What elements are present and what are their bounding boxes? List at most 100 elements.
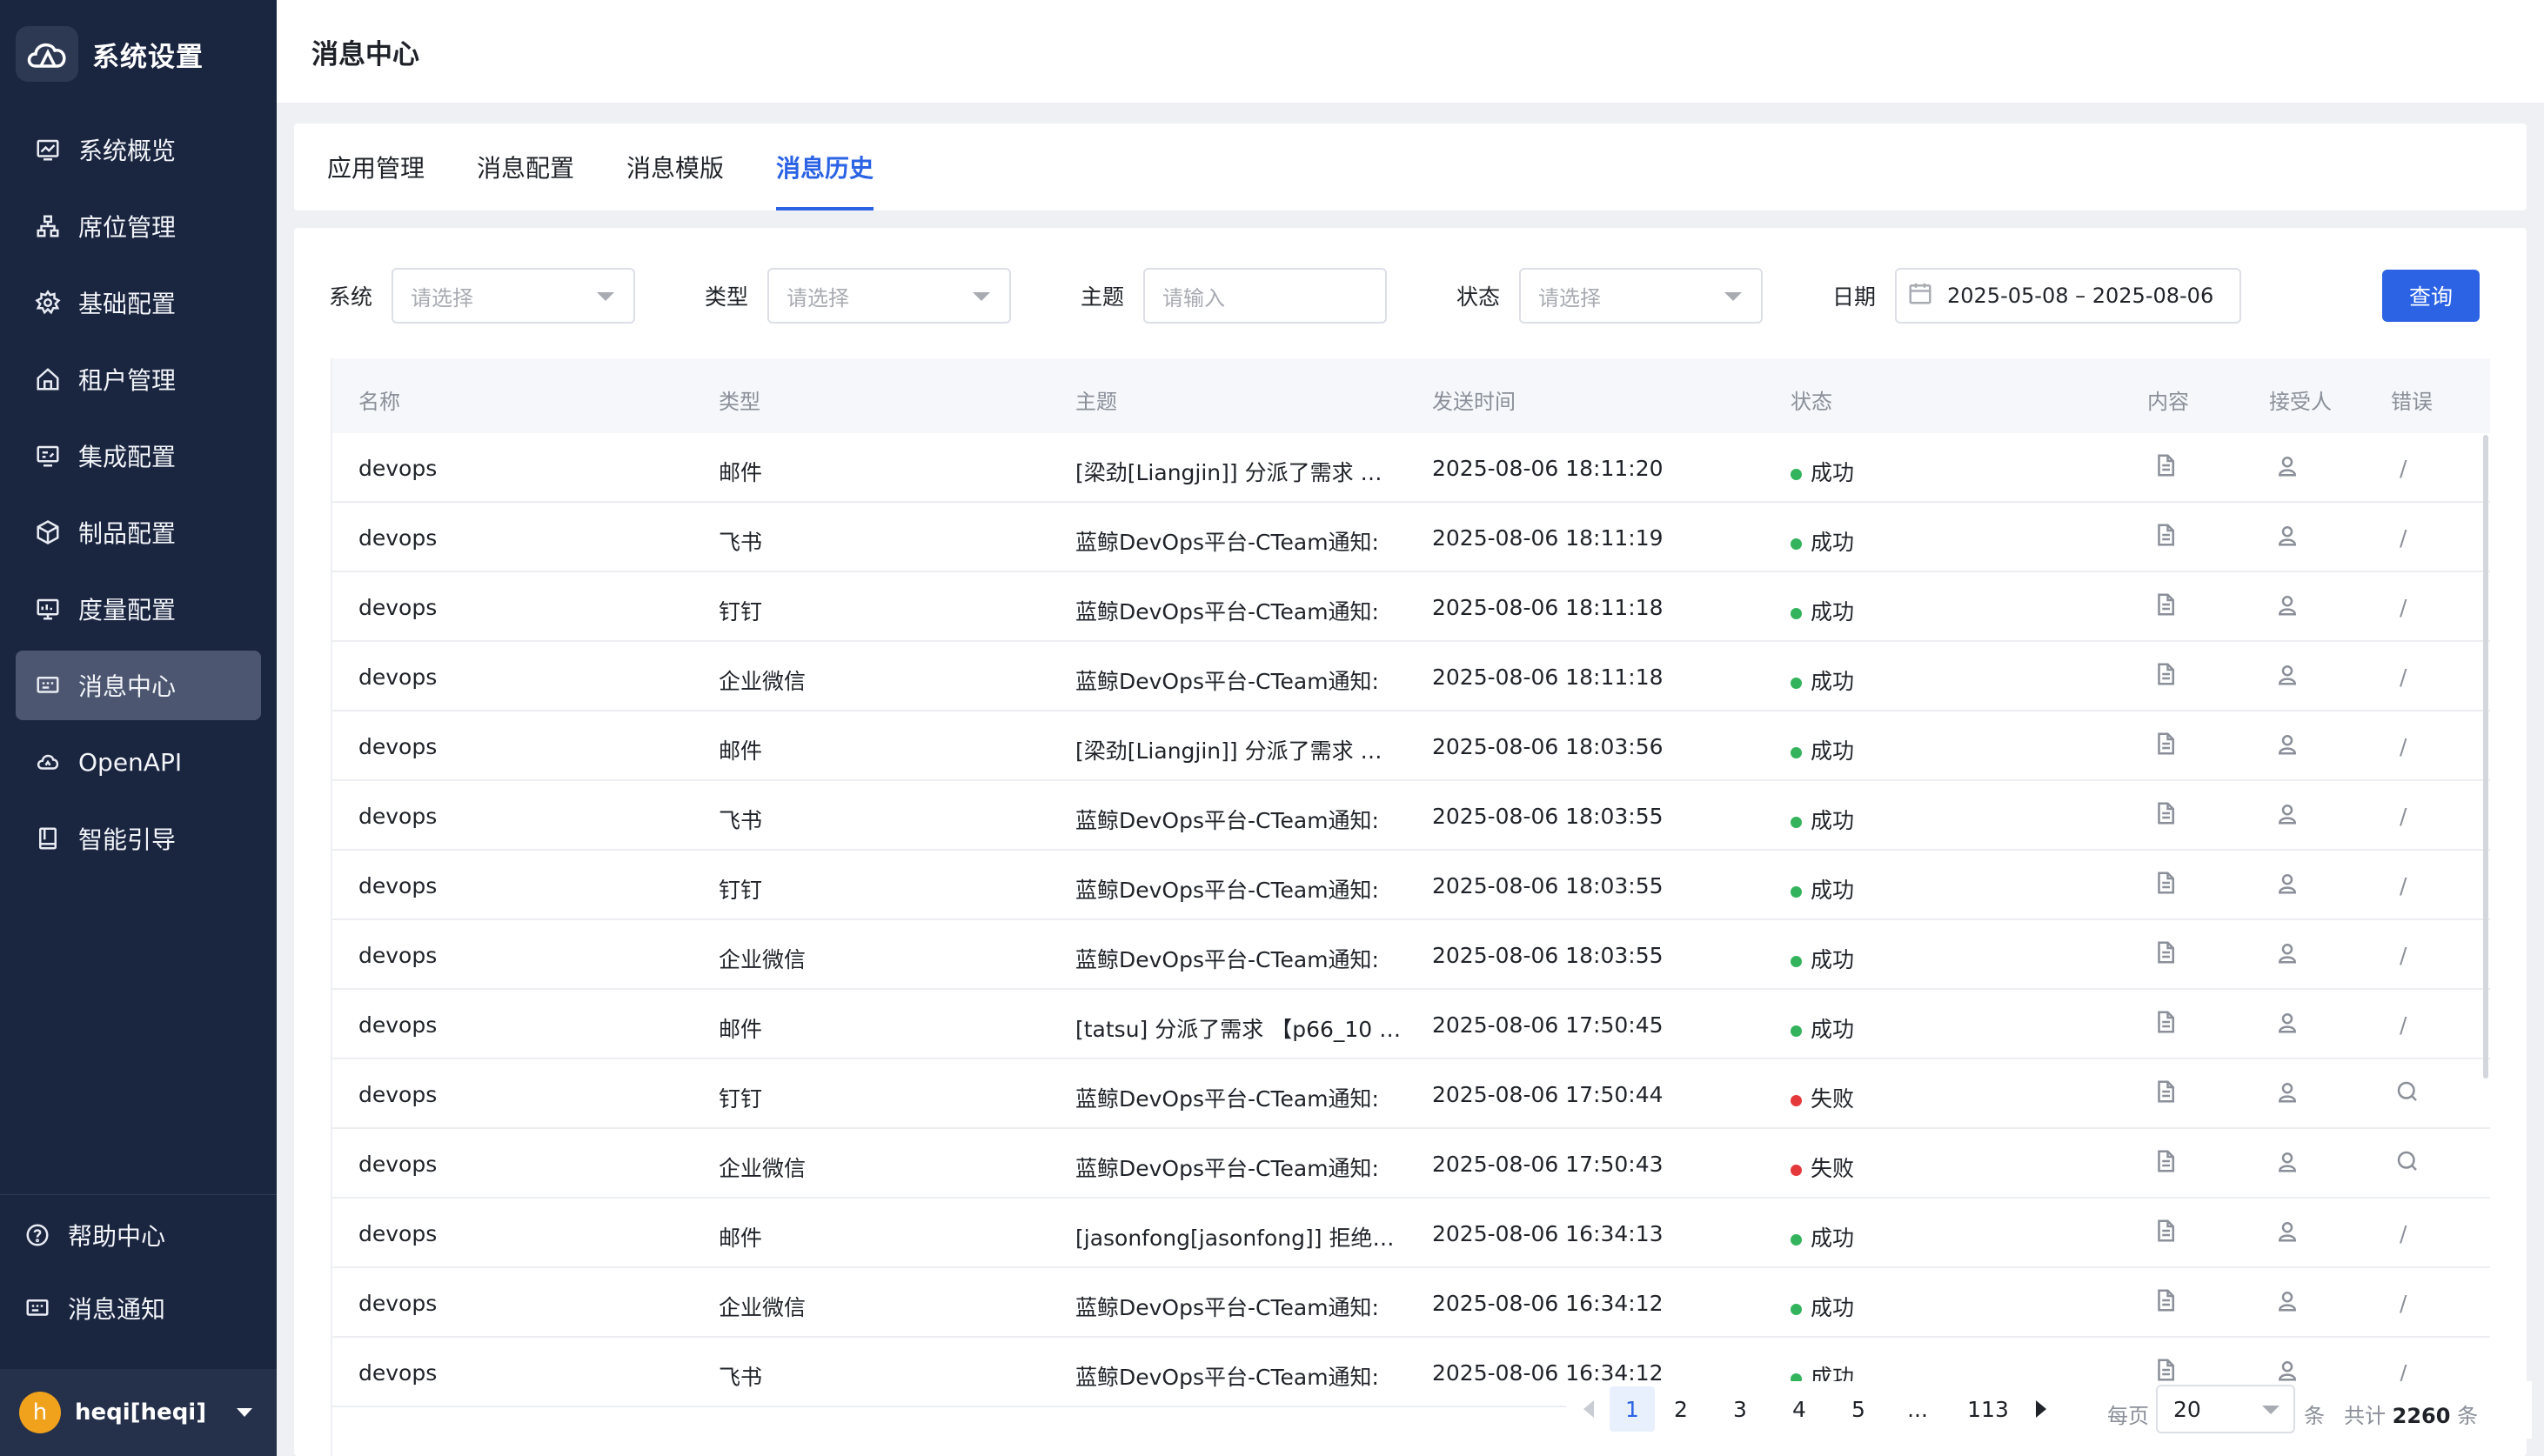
tab-message-config[interactable]: 消息配置 bbox=[477, 124, 574, 210]
prev-page-button[interactable] bbox=[1566, 1386, 1611, 1432]
document-icon[interactable] bbox=[2152, 661, 2179, 692]
status-dot-icon bbox=[1791, 746, 1802, 758]
date-range-picker[interactable]: 2025-05-08 – 2025-08-06 bbox=[1895, 268, 2241, 324]
sidebar-item-message-center[interactable]: 消息中心 bbox=[16, 651, 261, 720]
sidebar-item-overview[interactable]: 系统概览 bbox=[16, 115, 261, 184]
document-icon[interactable] bbox=[2152, 1148, 2179, 1179]
user-icon[interactable] bbox=[2274, 591, 2300, 623]
cell-topic: [tatsu] 分派了需求 【p66_10 … bbox=[1075, 1017, 1402, 1042]
sidebar-item-notifications[interactable]: 消息通知 bbox=[5, 1275, 271, 1341]
cell-type: 企业微信 bbox=[719, 1295, 807, 1320]
notification-icon bbox=[23, 1293, 52, 1323]
system-select[interactable]: 请选择 bbox=[392, 268, 635, 324]
cell-error: / bbox=[2400, 804, 2407, 829]
user-icon[interactable] bbox=[2274, 939, 2300, 971]
sidebar-item-label: 席位管理 bbox=[78, 213, 177, 242]
user-icon[interactable] bbox=[2274, 800, 2300, 832]
table-row: devops 钉钉 蓝鲸DevOps平台-CTeam通知: 2025-08-06 18… bbox=[332, 572, 2490, 642]
page-size-select[interactable]: 20 bbox=[2156, 1385, 2295, 1433]
status-text: 成功 bbox=[1811, 1295, 1855, 1320]
page-3-button[interactable]: 3 bbox=[1717, 1386, 1763, 1432]
sidebar-item-basic-config[interactable]: 基础配置 bbox=[16, 268, 261, 337]
document-icon[interactable] bbox=[2152, 1287, 2179, 1319]
sidebar-item-smart-guide[interactable]: 智能引导 bbox=[16, 804, 261, 873]
user-icon[interactable] bbox=[2274, 1079, 2300, 1110]
status-dot-icon bbox=[1791, 538, 1802, 550]
cell-topic: 蓝鲸DevOps平台-CTeam通知: bbox=[1075, 1365, 1379, 1390]
document-icon[interactable] bbox=[2152, 939, 2179, 971]
next-page-button[interactable] bbox=[2018, 1386, 2064, 1432]
page-2-button[interactable]: 2 bbox=[1658, 1386, 1704, 1432]
sidebar-item-openapi[interactable]: OpenAPI bbox=[16, 727, 261, 797]
user-icon[interactable] bbox=[2274, 661, 2300, 692]
query-button[interactable]: 查询 bbox=[2382, 270, 2480, 322]
sidebar-item-help[interactable]: 帮助中心 bbox=[5, 1202, 271, 1268]
cell-type: 企业微信 bbox=[719, 669, 807, 694]
page-ellipsis[interactable]: ... bbox=[1895, 1386, 1940, 1432]
col-send-time: 发送时间 bbox=[1432, 390, 1516, 414]
status-dot-icon bbox=[1791, 1094, 1802, 1106]
topic-input[interactable]: 请输入 bbox=[1143, 268, 1387, 324]
sidebar-item-seats[interactable]: 席位管理 bbox=[16, 191, 261, 261]
tab-app-management[interactable]: 应用管理 bbox=[327, 124, 425, 210]
status-dot-icon bbox=[1791, 885, 1802, 898]
user-icon[interactable] bbox=[2274, 870, 2300, 901]
table-row: devops 飞书 蓝鲸DevOps平台-CTeam通知: 2025-08-06 18… bbox=[332, 781, 2490, 851]
document-icon[interactable] bbox=[2152, 522, 2179, 553]
cell-topic: 蓝鲸DevOps平台-CTeam通知: bbox=[1075, 947, 1379, 972]
page-113-button[interactable]: 113 bbox=[1958, 1386, 2018, 1432]
page-5-button[interactable]: 5 bbox=[1836, 1386, 1881, 1432]
cell-send-time: 2025-08-06 18:11:20 bbox=[1432, 456, 1664, 481]
cell-name: devops bbox=[358, 665, 438, 690]
dashboard-icon bbox=[33, 594, 63, 624]
system-filter-label: 系统 bbox=[329, 284, 373, 310]
help-icon bbox=[23, 1220, 52, 1250]
cell-send-time: 2025-08-06 17:50:44 bbox=[1432, 1082, 1664, 1107]
table-row: devops 钉钉 蓝鲸DevOps平台-CTeam通知: 2025-08-06 17… bbox=[332, 1059, 2490, 1129]
document-icon[interactable] bbox=[2152, 452, 2179, 484]
user-icon[interactable] bbox=[2274, 1009, 2300, 1040]
page-1-button[interactable]: 1 bbox=[1610, 1386, 1655, 1432]
cell-name: devops bbox=[358, 943, 438, 968]
document-icon[interactable] bbox=[2152, 1009, 2179, 1040]
cell-type: 飞书 bbox=[719, 1365, 763, 1390]
cell-error: / bbox=[2400, 873, 2407, 898]
cell-send-time: 2025-08-06 18:03:55 bbox=[1432, 873, 1664, 898]
cell-topic: 蓝鲸DevOps平台-CTeam通知: bbox=[1075, 1295, 1379, 1320]
cell-send-time: 2025-08-06 18:11:18 bbox=[1432, 665, 1664, 690]
type-select-placeholder: 请选择 bbox=[787, 285, 849, 311]
document-icon[interactable] bbox=[2152, 1218, 2179, 1249]
sidebar-item-metrics[interactable]: 度量配置 bbox=[16, 574, 261, 644]
sidebar-item-integration[interactable]: 集成配置 bbox=[16, 421, 261, 491]
user-menu[interactable]: h heqi[heqi] bbox=[0, 1369, 277, 1456]
user-icon[interactable] bbox=[2274, 731, 2300, 762]
user-icon[interactable] bbox=[2274, 1287, 2300, 1319]
user-icon[interactable] bbox=[2274, 1218, 2300, 1249]
cell-error: / bbox=[2400, 1012, 2407, 1038]
search-icon[interactable] bbox=[2394, 1079, 2420, 1110]
document-icon[interactable] bbox=[2152, 870, 2179, 901]
cell-type: 企业微信 bbox=[719, 1156, 807, 1181]
user-icon[interactable] bbox=[2274, 1148, 2300, 1179]
table-row: devops 飞书 蓝鲸DevOps平台-CTeam通知: 2025-08-06 18… bbox=[332, 503, 2490, 572]
document-icon[interactable] bbox=[2152, 591, 2179, 623]
document-icon[interactable] bbox=[2152, 1079, 2179, 1110]
page-4-button[interactable]: 4 bbox=[1777, 1386, 1822, 1432]
table-scrollbar[interactable] bbox=[2483, 435, 2488, 1079]
topic-filter-label: 主题 bbox=[1081, 284, 1125, 310]
avatar: h bbox=[19, 1392, 61, 1433]
document-icon[interactable] bbox=[2152, 731, 2179, 762]
tab-message-history[interactable]: 消息历史 bbox=[776, 124, 874, 210]
status-select[interactable]: 请选择 bbox=[1519, 268, 1763, 324]
user-icon[interactable] bbox=[2274, 452, 2300, 484]
sidebar-item-artifacts[interactable]: 制品配置 bbox=[16, 498, 261, 567]
caret-down-icon[interactable] bbox=[237, 1408, 252, 1417]
type-select[interactable]: 请选择 bbox=[767, 268, 1011, 324]
sidebar-item-tenants[interactable]: 租户管理 bbox=[16, 344, 261, 414]
search-icon[interactable] bbox=[2394, 1148, 2420, 1179]
date-filter-label: 日期 bbox=[1832, 284, 1877, 310]
document-icon[interactable] bbox=[2152, 800, 2179, 832]
tab-message-template[interactable]: 消息模版 bbox=[626, 124, 724, 210]
cell-topic: [jasonfong[jasonfong]] 拒绝… bbox=[1075, 1226, 1395, 1251]
user-icon[interactable] bbox=[2274, 522, 2300, 553]
